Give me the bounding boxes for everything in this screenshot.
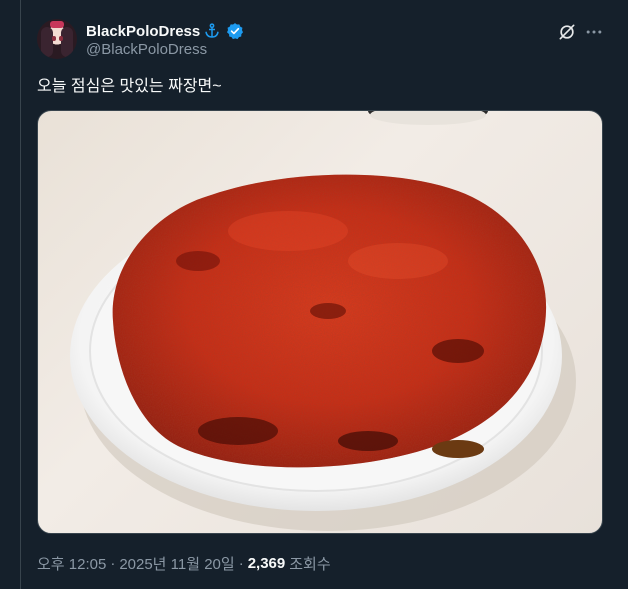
verified-icon — [227, 23, 244, 40]
author-display-name[interactable]: BlackPoloDress — [86, 23, 200, 40]
views-count: 2,369 — [247, 554, 286, 572]
avatar-hair-right — [61, 27, 73, 57]
views-label: 조회수 — [289, 555, 331, 573]
photo-illustration — [70, 111, 576, 531]
grok-icon[interactable] — [557, 22, 577, 42]
tweet-text: 오늘 점심은 맛있는 짜장면~ — [37, 78, 222, 95]
avatar-bow — [50, 21, 64, 28]
tweet-time[interactable]: 오후 12:05 — [37, 553, 106, 574]
meta-separator: · — [110, 554, 116, 572]
author-handle[interactable]: @BlackPoloDress — [86, 41, 207, 58]
author-name-row[interactable]: BlackPoloDress — [86, 21, 244, 41]
meta-separator: · — [238, 554, 244, 572]
avatar-hair-left — [41, 27, 53, 57]
tweet-photo[interactable] — [37, 110, 603, 534]
tweet-date[interactable]: 2025년 11월 20일 — [119, 553, 234, 574]
tweet-meta: 오후 12:05 · 2025년 11월 20일 · 2,369 조회수 — [37, 553, 331, 573]
more-options-icon[interactable] — [584, 22, 604, 42]
anchor-icon — [205, 23, 219, 38]
avatar-eye-left — [52, 36, 56, 41]
avatar-eye-right — [59, 36, 63, 41]
avatar[interactable] — [37, 19, 77, 59]
